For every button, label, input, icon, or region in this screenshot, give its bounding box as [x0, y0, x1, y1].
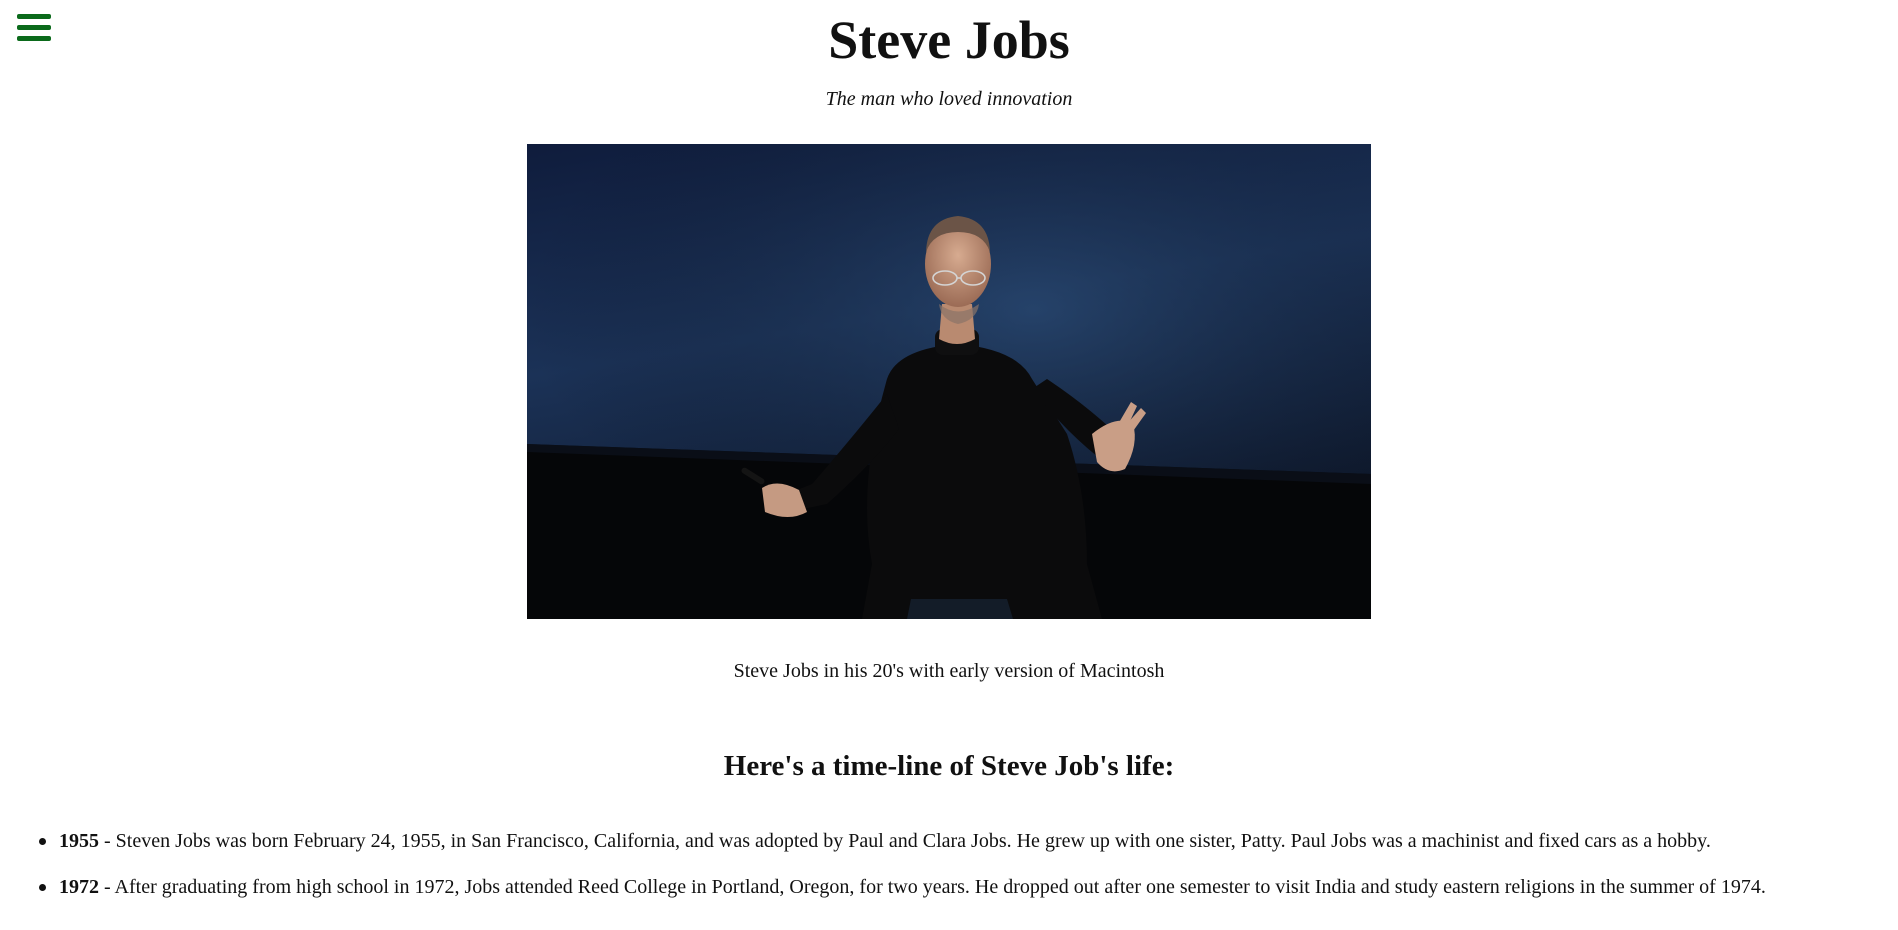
timeline-year: 1972 [59, 876, 99, 898]
timeline-text: - Steven Jobs was born February 24, 1955… [99, 830, 1711, 852]
hero-image [527, 144, 1371, 619]
page-title: Steve Jobs [828, 10, 1070, 70]
tagline: The man who loved innovation [825, 88, 1073, 110]
hero-caption: Steve Jobs in his 20's with early versio… [733, 660, 1165, 682]
timeline-list: 1955 - Steven Jobs was born February 24,… [0, 828, 1898, 920]
timeline-year: 1955 [59, 830, 99, 852]
bullet-icon [39, 884, 46, 891]
page: Steve Jobs The man who loved innovation [0, 0, 1898, 930]
timeline-text: - After graduating from high school in 1… [99, 876, 1766, 898]
timeline-heading: Here's a time-line of Steve Job's life: [723, 750, 1175, 782]
hero-photo [527, 144, 1371, 619]
timeline-item: 1955 - Steven Jobs was born February 24,… [39, 828, 1898, 874]
bullet-icon [39, 838, 46, 845]
timeline-item: 1972 - After graduating from high school… [39, 874, 1898, 920]
